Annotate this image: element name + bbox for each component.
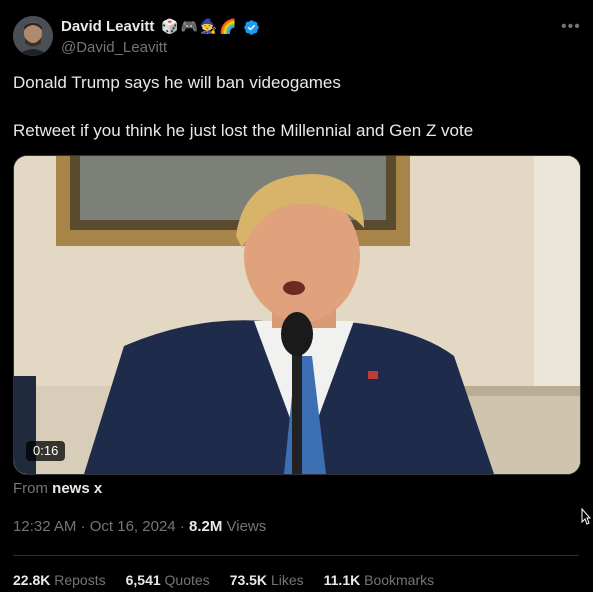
- tweet: David Leavitt 🎲 🎮 🧙 🌈 @David_Leavitt •••…: [0, 0, 593, 592]
- tweet-text: Donald Trump says he will ban videogames…: [13, 72, 573, 142]
- author-handle[interactable]: @David_Leavitt: [61, 39, 167, 56]
- verified-badge-icon[interactable]: [243, 19, 260, 36]
- dice-emoji: 🎲: [161, 19, 179, 35]
- author-emojis: 🎲 🎮 🧙 🌈: [161, 17, 237, 37]
- views-count: 8.2M: [188, 518, 223, 535]
- source-prefix: From: [13, 480, 48, 497]
- likes-count: 73.5K: [229, 572, 268, 588]
- views-label: Views: [226, 518, 267, 535]
- source-link[interactable]: news x: [52, 480, 102, 497]
- likes-label: Likes: [270, 572, 304, 588]
- video-player[interactable]: [13, 155, 581, 475]
- more-options-icon[interactable]: •••: [561, 18, 580, 36]
- bookmarks-count: 11.1K: [323, 572, 361, 588]
- rainbow-emoji: 🌈: [219, 19, 237, 35]
- divider: [13, 555, 579, 556]
- reposts-label: Reposts: [54, 572, 106, 588]
- mouse-cursor-icon: [581, 508, 591, 525]
- engagement-stats: 22.8K Reposts 6,541 Quotes 73.5K Likes 1…: [13, 572, 434, 588]
- tweet-text-line: Donald Trump says he will ban videogames: [13, 73, 341, 92]
- bookmarks-stat[interactable]: 11.1K Bookmarks: [324, 572, 435, 588]
- quotes-stat[interactable]: 6,541 Quotes: [126, 572, 210, 588]
- wizard-emoji: 🧙: [199, 19, 218, 35]
- likes-stat[interactable]: 73.5K Likes: [230, 572, 304, 588]
- video-duration-badge: 0:16: [26, 441, 66, 461]
- source-attribution: From news x: [13, 480, 102, 497]
- reposts-stat[interactable]: 22.8K Reposts: [13, 572, 106, 588]
- video-frame: [14, 156, 580, 474]
- tweet-text-line: Retweet if you think he just lost the Mi…: [13, 121, 474, 140]
- avatar[interactable]: [13, 16, 53, 56]
- quotes-count: 6,541: [125, 572, 161, 588]
- tweet-date[interactable]: Oct 16, 2024: [90, 518, 176, 535]
- tweet-time[interactable]: 12:32 AM: [13, 518, 76, 535]
- separator-dot: ·: [80, 518, 86, 535]
- game-controller-emoji: 🎮: [180, 19, 198, 35]
- quotes-label: Quotes: [164, 572, 210, 588]
- author-display-name[interactable]: David Leavitt: [61, 18, 154, 35]
- avatar-image: [13, 16, 53, 56]
- tweet-meta: 12:32 AM · Oct 16, 2024 · 8.2M Views: [13, 518, 266, 535]
- separator-dot: ·: [179, 518, 185, 535]
- bookmarks-label: Bookmarks: [364, 572, 435, 588]
- reposts-count: 22.8K: [13, 572, 51, 588]
